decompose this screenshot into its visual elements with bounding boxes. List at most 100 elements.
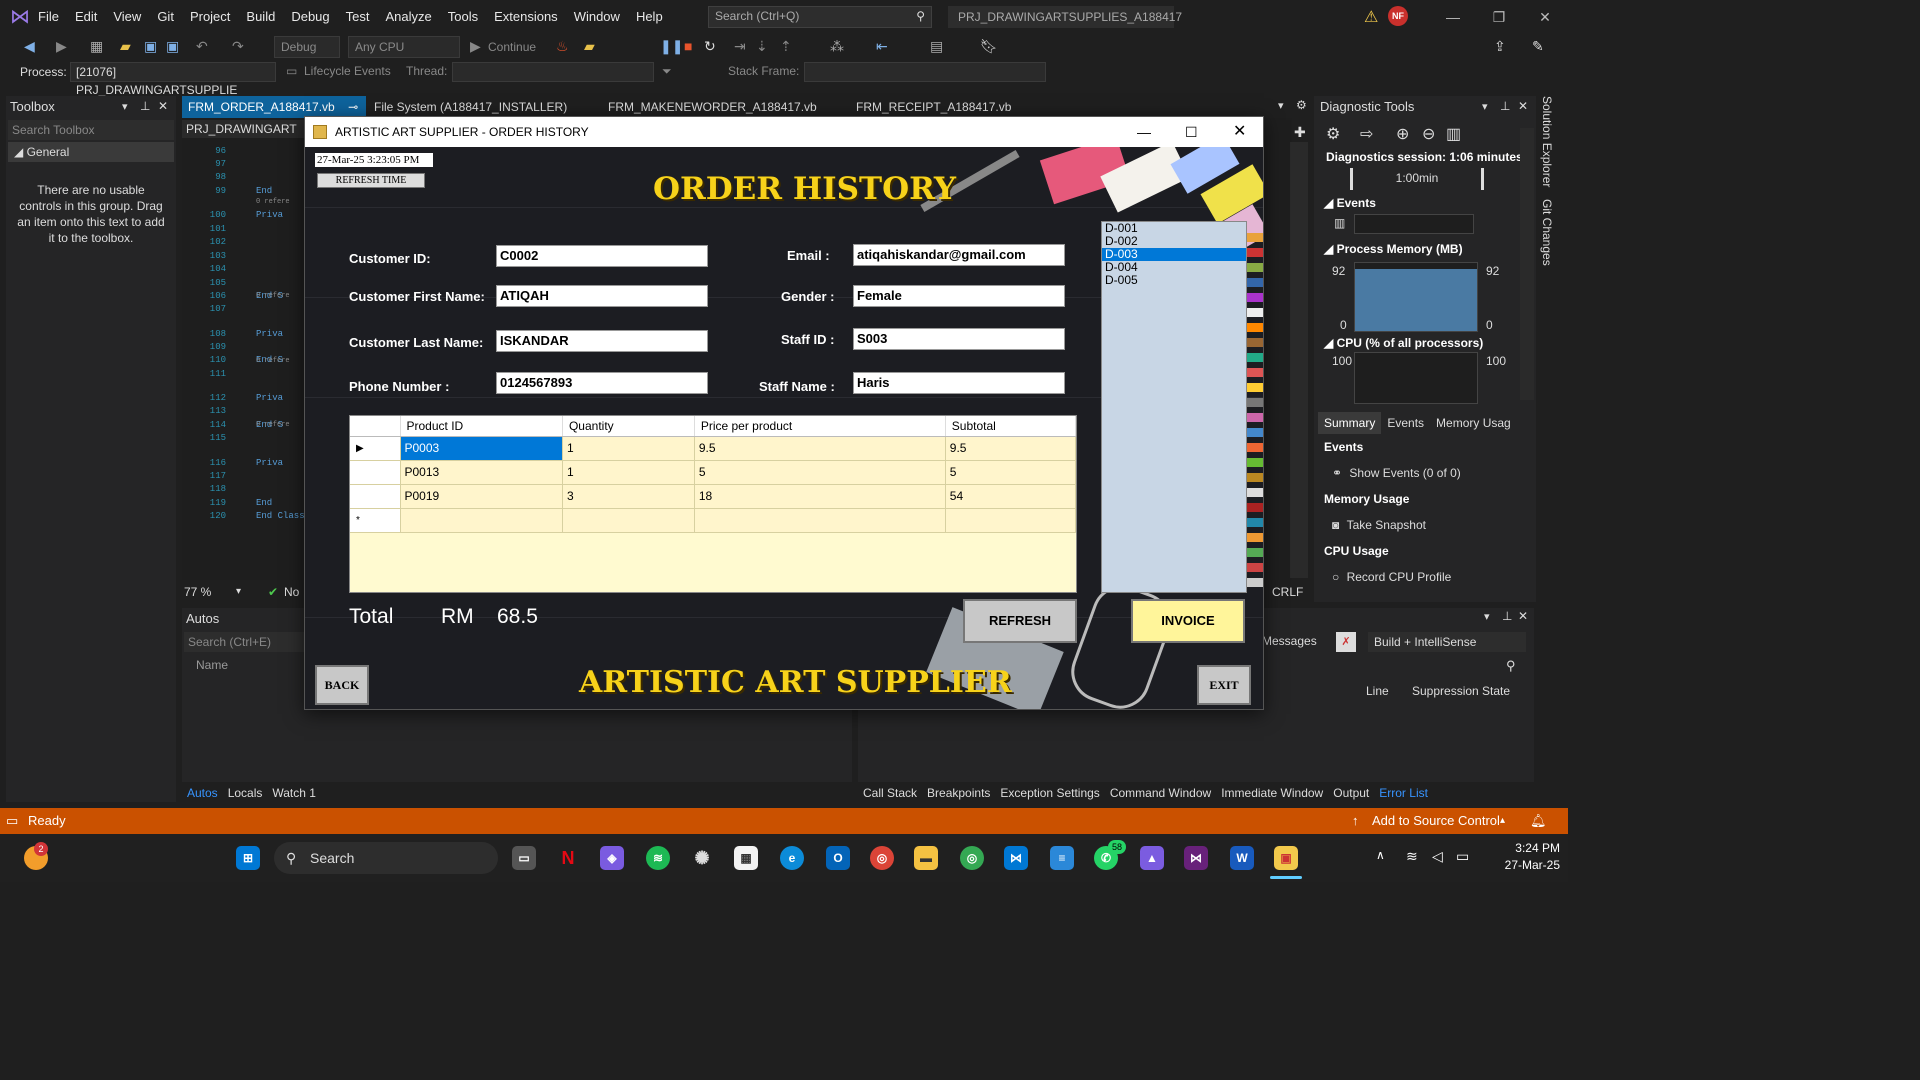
code-lens[interactable]: 0 refere [256, 357, 290, 365]
step-over-icon[interactable]: ⇣ [756, 38, 768, 56]
cell-product-id[interactable]: P0019 [400, 484, 563, 509]
netflix-icon[interactable]: N [556, 846, 580, 870]
filter-icon[interactable]: ⏷ [662, 64, 672, 79]
chatgpt-icon[interactable]: ✺ [690, 846, 714, 870]
menu-build[interactable]: Build [238, 0, 283, 34]
debug-config-select[interactable]: Debug [274, 36, 340, 58]
pin-icon[interactable]: ⊥ [1500, 99, 1510, 113]
lifecycle-events-dropdown[interactable]: Lifecycle Events [304, 64, 391, 78]
panel-menu-icon[interactable]: ▾ [1484, 610, 1490, 623]
menu-edit[interactable]: Edit [67, 0, 105, 34]
cell-subtotal[interactable]: 9.5 [945, 436, 1077, 461]
new-row-cell[interactable] [400, 508, 563, 533]
taskbar-search[interactable]: ⚲ Search [274, 842, 498, 874]
new-row-marker[interactable]: * [350, 508, 401, 533]
pause-icon[interactable]: ❚❚ [660, 38, 683, 56]
toolbox-search-input[interactable]: Search Toolbox [8, 120, 174, 140]
cell-quantity[interactable]: 1 [562, 460, 695, 485]
continue-icon[interactable]: ▶ [470, 38, 481, 56]
start-icon[interactable]: ⊞ [236, 846, 260, 870]
customer-id-field[interactable]: C0002 [496, 245, 708, 267]
store-icon[interactable]: ▦ [734, 846, 758, 870]
cell-product-id[interactable]: P0003 [400, 436, 563, 461]
file-explorer-icon[interactable]: ▬ [914, 846, 938, 870]
tab-call-stack[interactable]: Call Stack [858, 784, 922, 802]
battery-icon[interactable]: ▭ [1456, 848, 1469, 865]
tray-overflow-icon[interactable]: ∧ [1376, 848, 1385, 862]
refresh-button[interactable]: REFRESH [963, 599, 1077, 643]
redo-icon[interactable]: ↷ [232, 38, 244, 56]
open-folder-icon[interactable]: ▰ [120, 38, 131, 56]
notepad-icon[interactable]: ≡ [1050, 846, 1074, 870]
diagnostics-scrollbar[interactable] [1520, 128, 1534, 400]
tab-watch-1[interactable]: Watch 1 [267, 784, 321, 802]
tab-locals[interactable]: Locals [223, 784, 268, 802]
zoom-dropdown-icon[interactable]: ▾ [236, 582, 241, 602]
autos-search-input[interactable]: Search (Ctrl+E) [184, 632, 304, 652]
step-out-icon[interactable]: ⇡ [780, 38, 792, 56]
menu-view[interactable]: View [105, 0, 149, 34]
menu-help[interactable]: Help [628, 0, 671, 34]
events-graph-title[interactable]: ◢ Events [1324, 196, 1376, 210]
cell-price[interactable]: 18 [694, 484, 946, 509]
chrome-profile-icon[interactable]: ◎ [960, 846, 984, 870]
no-issues-label[interactable]: No [284, 582, 299, 602]
phone-field[interactable]: 0124567893 [496, 372, 708, 394]
tab-overflow-icon[interactable]: ▾ [1278, 99, 1284, 112]
taskbar-clock[interactable]: 3:24 PM 27-Mar-25 [1486, 840, 1560, 874]
take-snapshot-button[interactable]: ◙ Take Snapshot [1332, 518, 1426, 532]
toolbox-group-general[interactable]: ◢ General [8, 142, 174, 162]
cell-quantity[interactable]: 3 [562, 484, 695, 509]
memory-graph[interactable] [1354, 262, 1478, 332]
new-row-cell[interactable] [694, 508, 946, 533]
settings-gear-icon[interactable]: ⚙ [1326, 124, 1340, 144]
staff-name-field[interactable]: Haris [853, 372, 1065, 394]
save-all-icon[interactable]: ▣ [166, 38, 179, 56]
tab-immediate-window[interactable]: Immediate Window [1216, 784, 1328, 802]
back-button[interactable]: BACK [315, 665, 369, 705]
tab-command-window[interactable]: Command Window [1105, 784, 1216, 802]
gender-field[interactable]: Female [853, 285, 1065, 307]
export-icon[interactable]: ⇨ [1360, 124, 1373, 144]
project-nav-dropdown[interactable]: PRJ_DRAWINGART [182, 120, 306, 138]
output-icon[interactable]: ▭ [6, 808, 18, 834]
platform-select[interactable]: Any CPU [348, 36, 460, 58]
copilot-icon[interactable]: ◈ [600, 846, 624, 870]
indent-icon[interactable]: ⇤ [876, 38, 888, 56]
column-header-product-id[interactable]: Product ID [400, 416, 563, 437]
line-ending[interactable]: CRLF [1272, 582, 1303, 602]
spotify-icon[interactable]: ≋ [646, 846, 670, 870]
line-column-header[interactable]: Line [1366, 684, 1389, 698]
reset-view-icon[interactable]: ▥ [1446, 124, 1461, 144]
share-icon[interactable]: ⇪ [1494, 38, 1506, 56]
last-name-field[interactable]: ISKANDAR [496, 330, 708, 352]
menu-test[interactable]: Test [338, 0, 378, 34]
timeline-ruler[interactable]: 1:00min [1350, 168, 1484, 190]
pin-icon[interactable]: ⊥ [1502, 609, 1512, 623]
tab-error-list[interactable]: Error List [1374, 784, 1433, 802]
vs-search-input[interactable]: Search (Ctrl+Q) ⚲ [708, 6, 932, 28]
code-lens[interactable]: 0 refere [256, 292, 290, 300]
table-row[interactable]: P0013 1 5 5 [350, 460, 1077, 485]
order-items-grid[interactable]: Product ID Quantity Price per product Su… [349, 415, 1077, 593]
undo-icon[interactable]: ↶ [196, 38, 208, 56]
menu-extensions[interactable]: Extensions [486, 0, 566, 34]
notifications-icon[interactable]: 🔔︎ [1530, 808, 1547, 834]
editor-scrollbar[interactable] [1290, 142, 1308, 578]
continue-button[interactable]: Continue [488, 40, 536, 58]
tab-file-system[interactable]: File System (A188417_INSTALLER) [368, 96, 573, 118]
new-row-cell[interactable] [945, 508, 1077, 533]
code-lens[interactable]: 0 refere [256, 198, 290, 206]
menu-git[interactable]: Git [149, 0, 182, 34]
split-editor-icon[interactable]: ✚ [1294, 124, 1306, 141]
tab-output[interactable]: Output [1328, 784, 1374, 802]
column-header-subtotal[interactable]: Subtotal [945, 416, 1077, 437]
cell-quantity[interactable]: 1 [562, 436, 695, 461]
row-header[interactable] [350, 484, 401, 509]
tab-summary[interactable]: Summary [1318, 412, 1382, 434]
form-maximize-icon[interactable]: ☐ [1185, 117, 1198, 147]
column-header-quantity[interactable]: Quantity [562, 416, 695, 437]
tab-autos[interactable]: Autos [182, 784, 223, 802]
forward-icon[interactable]: ▶ [56, 38, 67, 56]
form-close-icon[interactable]: ✕ [1233, 117, 1246, 147]
